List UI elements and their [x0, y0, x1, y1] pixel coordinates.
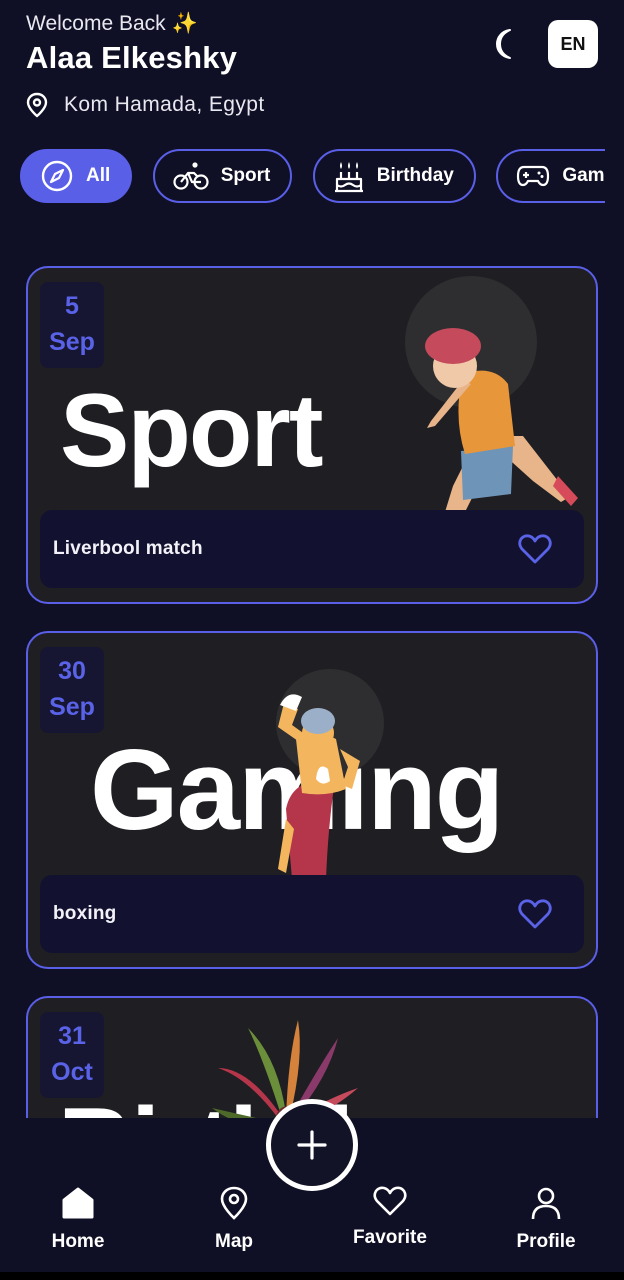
nav-label: Profile	[516, 1231, 576, 1252]
header: Welcome Back ✨ Alaa Elkeshky Kom Hamada, …	[26, 10, 598, 130]
heart-icon[interactable]	[518, 534, 552, 564]
cake-icon	[334, 162, 363, 193]
chip-birthday[interactable]: Birthday	[312, 149, 476, 203]
gamepad-icon	[517, 165, 550, 187]
event-feed[interactable]: 5 Sep Sport Liverbool match 30 Sep Gamin…	[0, 240, 624, 1118]
runner-illustration	[405, 276, 578, 512]
compass-icon	[41, 160, 73, 192]
nav-profile[interactable]: Profile	[486, 1186, 606, 1253]
user-name: Alaa Elkeshky	[26, 40, 238, 75]
event-title: Liverbool match	[53, 538, 203, 559]
nav-label: Map	[215, 1231, 253, 1252]
plus-icon	[297, 1130, 327, 1160]
event-day: 30	[58, 657, 86, 685]
event-card[interactable]: 30 Sep Gaming boxing	[26, 631, 598, 969]
nav-favorite[interactable]: Favorite	[330, 1186, 450, 1249]
location-text: Kom Hamada, Egypt	[64, 93, 265, 116]
welcome-text: Welcome Back ✨	[26, 12, 198, 36]
event-footer[interactable]: boxing	[40, 875, 584, 953]
heart-icon	[373, 1186, 407, 1216]
location[interactable]: Kom Hamada, Egypt	[26, 92, 265, 118]
chip-label: Birthday	[376, 165, 454, 186]
heart-icon[interactable]	[518, 899, 552, 929]
welcome-label: Welcome Back	[26, 12, 166, 35]
home-icon	[62, 1187, 94, 1219]
event-month: Oct	[51, 1058, 93, 1086]
user-icon	[531, 1187, 561, 1220]
location-pin-icon	[26, 92, 48, 118]
event-date: 5 Sep	[40, 282, 104, 368]
language-button[interactable]: EN	[548, 20, 598, 68]
event-month: Sep	[49, 693, 95, 721]
bicycle-icon	[173, 162, 209, 190]
map-pin-icon	[220, 1186, 248, 1220]
event-title: boxing	[53, 903, 117, 924]
category-filter: All Sport Birthday Gamin	[20, 149, 605, 205]
event-month: Sep	[49, 328, 95, 356]
chip-sport[interactable]: Sport	[152, 149, 293, 203]
event-card[interactable]: 5 Sep Sport Liverbool match	[26, 266, 598, 604]
event-day: 5	[65, 292, 79, 320]
sparkle-icon: ✨	[171, 12, 198, 35]
event-footer[interactable]: Liverbool match	[40, 510, 584, 588]
boxer-illustration	[276, 669, 384, 879]
chip-label: Sport	[220, 165, 271, 186]
event-date: 30 Sep	[40, 647, 104, 733]
nav-label: Favorite	[353, 1227, 427, 1248]
nav-home[interactable]: Home	[18, 1186, 138, 1253]
system-bar	[0, 1272, 624, 1280]
moon-icon[interactable]	[490, 28, 522, 60]
event-date: 31 Oct	[40, 1012, 104, 1098]
category-word: Sport	[60, 373, 324, 489]
chip-gaming[interactable]: Gamin	[496, 149, 605, 203]
nav-map[interactable]: Map	[174, 1186, 294, 1253]
add-event-button[interactable]	[266, 1099, 358, 1191]
chip-label: All	[86, 165, 111, 186]
nav-label: Home	[51, 1231, 105, 1252]
fireworks-illustration	[212, 1020, 358, 1118]
chip-label: Gamin	[562, 165, 605, 186]
event-day: 31	[58, 1022, 86, 1050]
chip-all[interactable]: All	[20, 149, 133, 203]
